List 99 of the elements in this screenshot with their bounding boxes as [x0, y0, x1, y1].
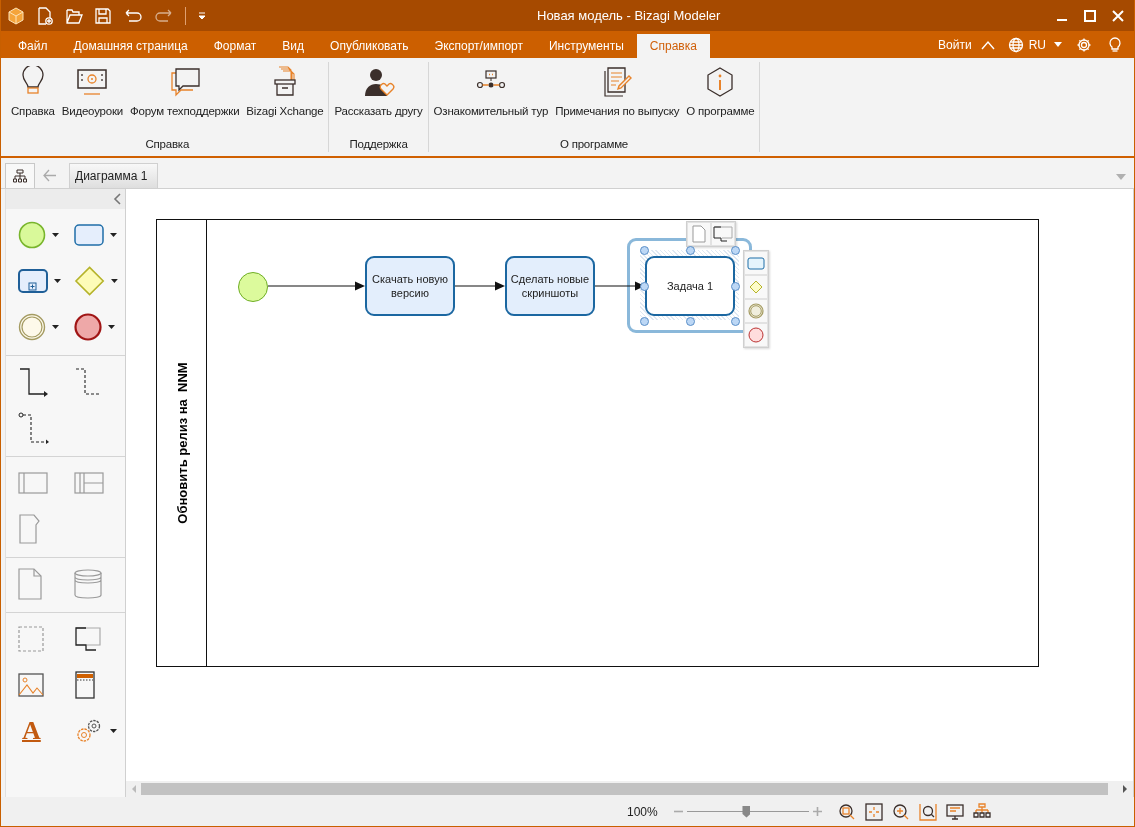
intermediate-event-icon[interactable] [748, 303, 764, 319]
caret-icon[interactable] [110, 728, 117, 734]
caret-icon[interactable] [52, 324, 59, 330]
collapse-chevron-icon[interactable] [113, 193, 121, 205]
lightbulb-icon[interactable] [1108, 36, 1122, 53]
resize-handle[interactable] [731, 317, 740, 326]
new-file-icon[interactable] [36, 6, 54, 25]
diagram-navigator-button[interactable] [5, 163, 35, 188]
info-hexagon-icon [705, 66, 736, 98]
sign-in-link[interactable]: Войти [938, 37, 972, 52]
ribbon-group-label: О программе [558, 138, 630, 152]
ribbon-button[interactable]: Bizagi Xchange [243, 62, 327, 138]
scroll-right-icon[interactable] [1121, 784, 1129, 794]
zoom-in-icon[interactable] [891, 802, 910, 821]
menu-tab[interactable]: Формат [200, 34, 270, 58]
document-tab[interactable]: Диаграмма 1 [69, 163, 159, 188]
ribbon-button[interactable]: Справка [8, 62, 58, 138]
pool-label: Обновить релиз на NNM [174, 362, 190, 524]
text-tool[interactable]: A [18, 717, 41, 745]
caret-icon[interactable] [111, 278, 118, 284]
end-event-icon[interactable] [748, 327, 764, 343]
gateway-icon[interactable] [74, 265, 106, 297]
sequence-flow-arrow[interactable] [267, 281, 365, 291]
menu-tab[interactable]: Экспорт/импорт [421, 34, 536, 58]
zoom-slider[interactable] [686, 806, 809, 817]
ribbon-button[interactable]: Форум техподдержки [127, 62, 243, 138]
redo-icon[interactable] [154, 7, 174, 24]
person-heart-icon [362, 66, 395, 98]
caret-icon[interactable] [110, 232, 117, 238]
start-event[interactable] [238, 272, 268, 302]
start-event-icon[interactable] [18, 221, 46, 249]
plus-icon[interactable] [812, 807, 822, 816]
subprocess-icon[interactable] [18, 269, 48, 293]
zoom-frame-icon[interactable] [837, 802, 856, 821]
header-icon[interactable] [74, 670, 96, 700]
task-shape[interactable]: Скачать новую версию [365, 256, 455, 316]
resize-handle[interactable] [640, 246, 649, 255]
sequence-flow-icon[interactable] [18, 367, 48, 397]
language-selector[interactable]: RU [1028, 37, 1046, 52]
org-chart-icon[interactable] [972, 802, 991, 821]
resize-handle[interactable] [685, 317, 695, 326]
customize-caret-icon[interactable] [197, 10, 207, 21]
gateway-icon[interactable] [749, 280, 763, 294]
menu-tab[interactable]: Домашняя страница [60, 34, 201, 58]
task-shape[interactable]: Сделать новые скриншоты [505, 256, 595, 316]
caret-icon[interactable] [54, 278, 61, 284]
app-logo-icon[interactable] [7, 6, 25, 25]
video-player-icon [77, 66, 108, 98]
window-title: Новая модель - Bizagi Modeler [537, 8, 721, 23]
maximize-icon[interactable] [1082, 7, 1098, 24]
ribbon-group-label: Поддержка [348, 138, 409, 152]
ribbon-button[interactable]: Видеоуроки [58, 62, 127, 138]
speech-bubble-icon [169, 66, 200, 98]
ribbon-button[interactable]: Рассказать другу [331, 62, 426, 138]
sequence-flow-arrow[interactable] [454, 281, 505, 291]
menu-tab[interactable]: Опубликовать [317, 34, 422, 58]
archive-box-icon [271, 66, 298, 98]
resize-handle[interactable] [731, 246, 740, 255]
resize-handle[interactable] [731, 281, 740, 291]
menu-tab[interactable]: Файл [5, 34, 61, 58]
ribbon-button[interactable]: Примечания по выпуску [552, 62, 683, 138]
crosshair-icon[interactable] [864, 802, 883, 821]
text-annotation-icon[interactable] [74, 627, 102, 651]
caret-icon[interactable] [52, 232, 59, 238]
resize-handle[interactable] [685, 246, 695, 255]
globe-icon[interactable] [1007, 36, 1024, 53]
save-icon[interactable] [94, 6, 112, 25]
scrollbar-thumb[interactable] [141, 783, 1109, 795]
data-object-icon[interactable] [692, 225, 706, 243]
document-pencil-icon [602, 66, 633, 98]
ribbon-button[interactable]: О программе [683, 62, 758, 138]
undo-icon[interactable] [123, 7, 143, 24]
text-annotation-icon[interactable] [713, 226, 733, 242]
resize-handle[interactable] [640, 317, 649, 326]
association-icon[interactable] [18, 412, 50, 444]
lanes-icon[interactable] [74, 472, 104, 494]
resize-handle[interactable] [640, 281, 649, 291]
milestone-icon[interactable] [18, 514, 40, 544]
slider-thumb[interactable] [742, 805, 751, 818]
caret-icon[interactable] [108, 324, 115, 330]
image-icon[interactable] [18, 673, 44, 697]
task-icon[interactable] [74, 224, 104, 246]
menu-tab[interactable]: Инструменты [535, 34, 637, 58]
close-icon[interactable] [1110, 7, 1126, 24]
menu-tab[interactable]: Вид [269, 34, 318, 58]
data-store-icon[interactable] [74, 569, 102, 599]
menu-tab[interactable]: Справка [636, 34, 710, 58]
task-shape[interactable]: Задача 1 [645, 256, 735, 316]
end-event-icon[interactable] [74, 313, 102, 341]
presentation-icon[interactable] [945, 802, 964, 821]
open-folder-icon[interactable] [65, 6, 83, 25]
task-icon[interactable] [747, 256, 765, 270]
zoom-level: 100% [627, 804, 658, 819]
settings-icon[interactable] [1076, 36, 1092, 53]
ribbon-group-label: Справка [144, 138, 191, 152]
intermediate-event-icon[interactable] [18, 313, 46, 341]
zoom-area-icon[interactable] [918, 802, 937, 821]
ribbon-button[interactable]: Ознакомительный тур [430, 62, 552, 138]
org-chart-icon [13, 169, 27, 183]
